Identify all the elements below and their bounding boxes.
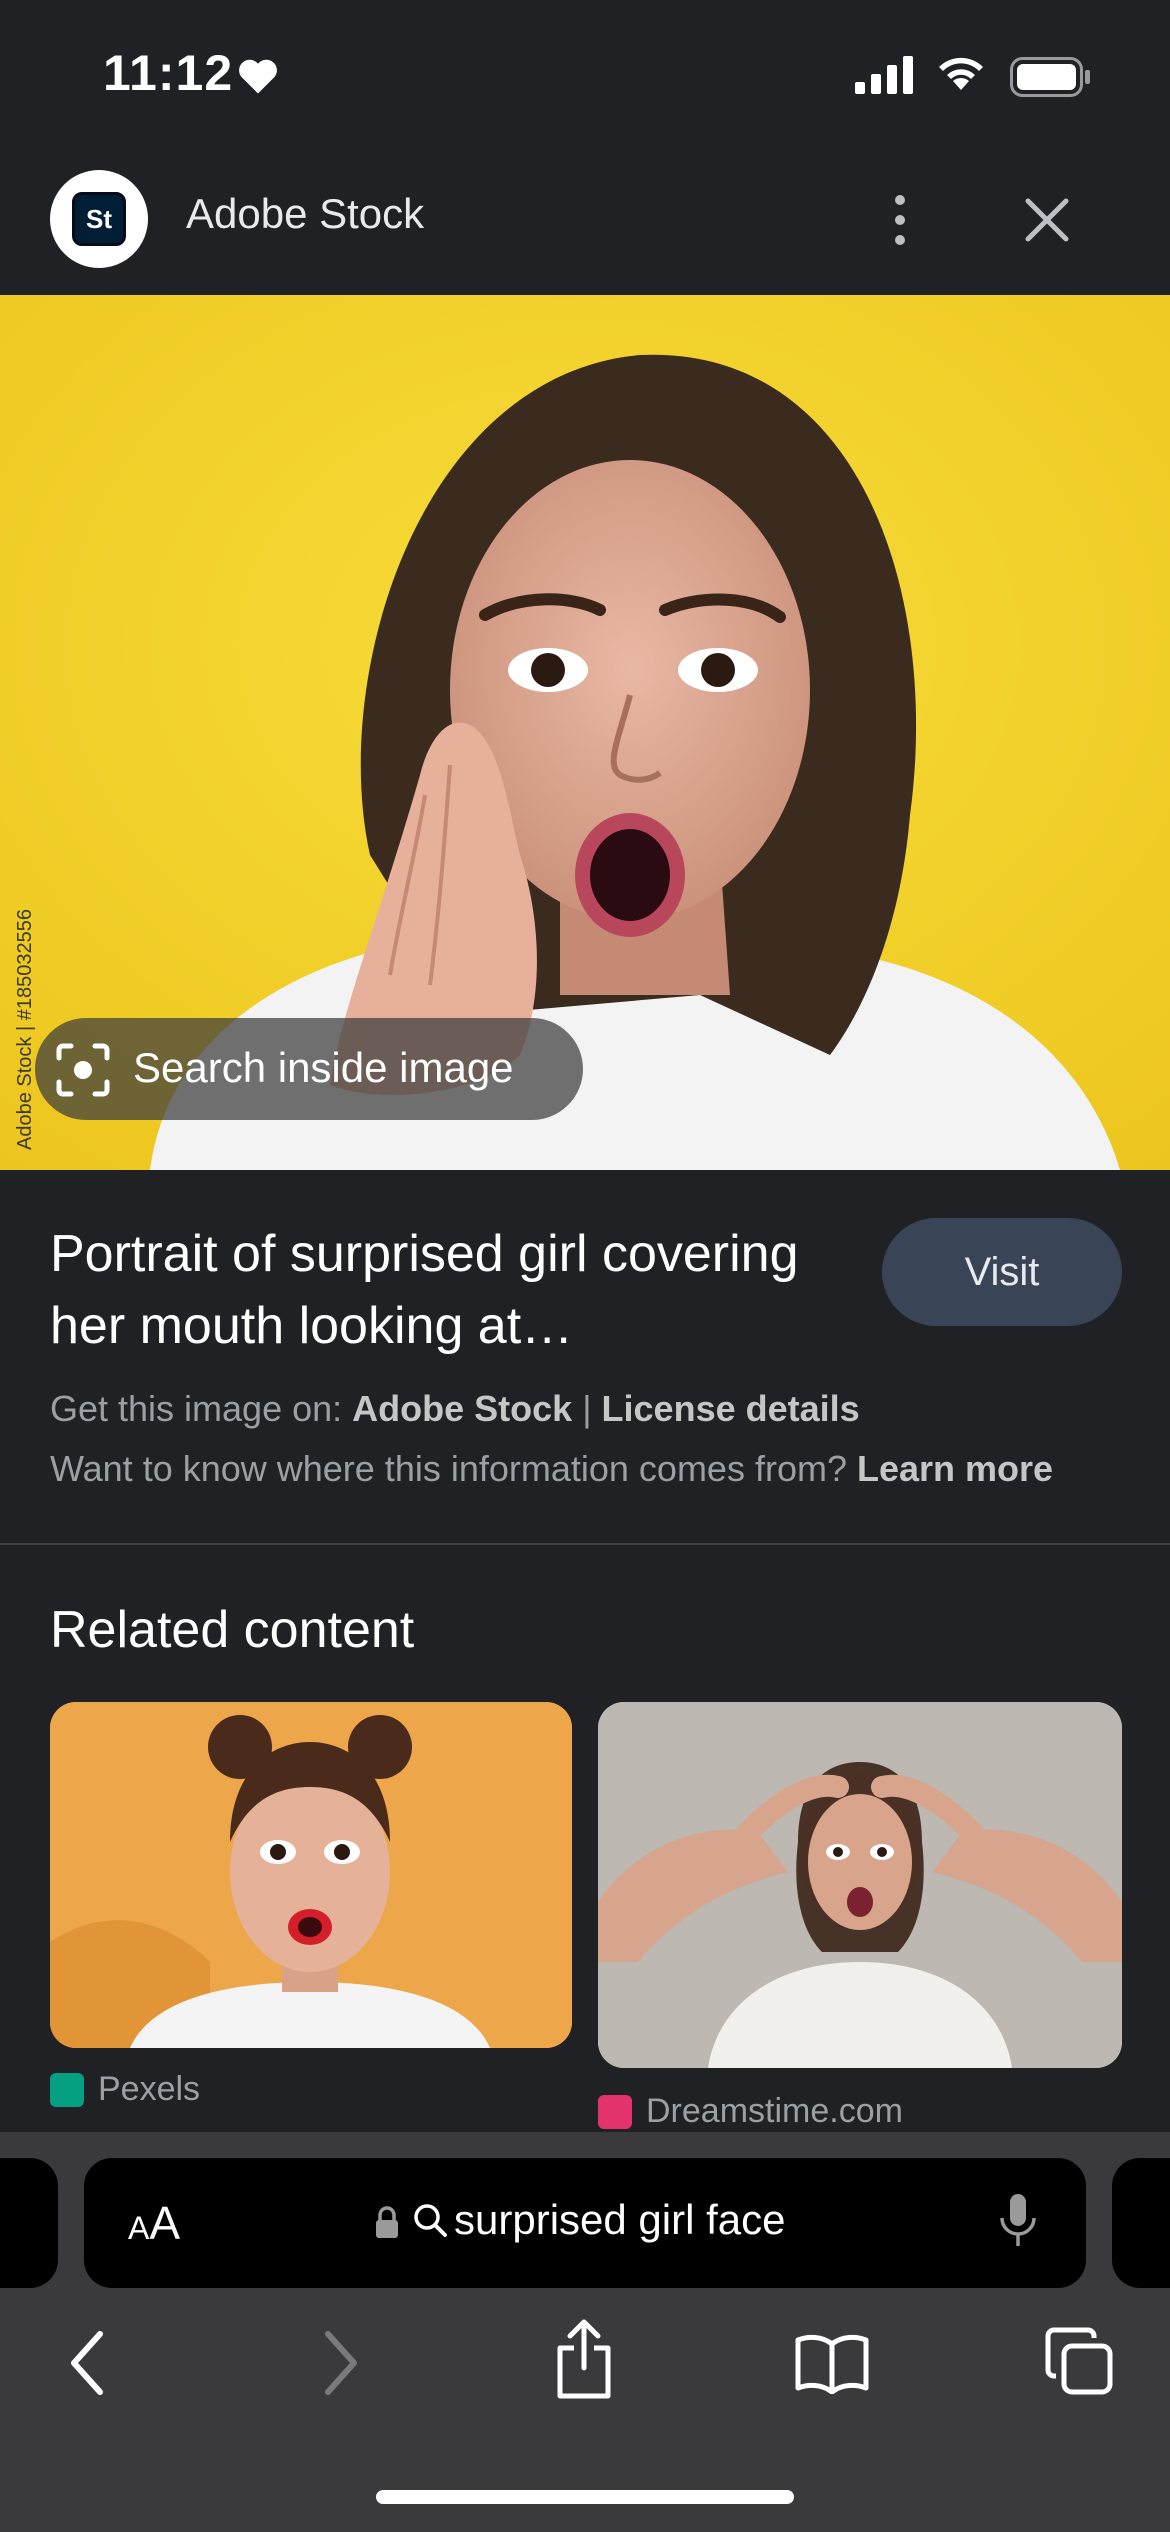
get-image-on-line: Get this image on: Adobe Stock | License… <box>50 1388 860 1430</box>
image-watermark: Adobe Stock | #185032556 <box>14 909 36 1150</box>
back-icon[interactable] <box>66 2328 110 2398</box>
tabs-icon[interactable] <box>1044 2326 1114 2396</box>
image-title[interactable]: Portrait of surprised girl covering her … <box>50 1218 870 1362</box>
related-content-heading: Related content <box>50 1601 415 1659</box>
site-name[interactable]: Adobe Stock <box>186 190 424 238</box>
status-time: 11:12 <box>103 45 234 101</box>
previous-tab-peek[interactable] <box>0 2158 58 2288</box>
text-size-big-a: A <box>149 2197 181 2249</box>
image-viewer-header <box>0 150 1170 295</box>
microphone-icon[interactable] <box>998 2192 1038 2250</box>
adobe-stock-logo: St <box>72 192 126 246</box>
related-thumbnail-1 <box>50 1702 572 2048</box>
related-source-2-label: Dreamstime.com <box>646 2092 903 2130</box>
related-image-1[interactable] <box>50 1702 572 2048</box>
signal-icon <box>855 56 913 94</box>
next-tab-peek[interactable] <box>1112 2158 1170 2288</box>
bookmarks-icon[interactable] <box>794 2332 870 2394</box>
home-indicator[interactable] <box>376 2490 794 2504</box>
close-icon[interactable] <box>1020 193 1074 247</box>
separator: | <box>572 1388 602 1429</box>
wifi-icon <box>939 57 983 90</box>
heart-icon <box>239 59 277 94</box>
visit-button[interactable]: Visit <box>882 1218 1122 1326</box>
site-logo[interactable]: St <box>50 170 148 268</box>
related-image-2[interactable] <box>598 1702 1122 2068</box>
info-source-question: Want to know where this information come… <box>50 1448 857 1489</box>
search-icon <box>414 2204 447 2237</box>
learn-more-link[interactable]: Learn more <box>857 1448 1053 1489</box>
info-source-line: Want to know where this information come… <box>50 1448 1053 1490</box>
share-icon[interactable] <box>552 2318 616 2400</box>
battery-icon <box>1010 57 1090 97</box>
related-source-1-label: Pexels <box>98 2070 201 2108</box>
section-divider <box>0 1543 1170 1545</box>
address-text[interactable]: surprised girl face <box>454 2196 785 2244</box>
dreamstime-favicon-icon <box>598 2094 632 2129</box>
lock-icon <box>376 2206 398 2238</box>
pexels-favicon-icon <box>50 2072 84 2107</box>
source-link[interactable]: Adobe Stock <box>352 1388 572 1429</box>
forward-icon[interactable] <box>318 2328 362 2398</box>
text-size-small-a: A <box>128 2210 150 2246</box>
license-details-link[interactable]: License details <box>602 1388 860 1429</box>
get-image-prefix: Get this image on: <box>50 1388 353 1429</box>
search-inside-image-label: Search inside image <box>133 1044 514 1091</box>
text-size-button[interactable]: AA <box>128 2196 180 2250</box>
more-vert-icon[interactable] <box>885 190 915 250</box>
related-source-2[interactable]: Dreamstime.com <box>598 2092 903 2131</box>
related-source-1[interactable]: Pexels <box>50 2070 200 2109</box>
lens-icon <box>56 1043 110 1097</box>
related-thumbnail-2 <box>598 1702 1122 2068</box>
search-inside-image-button[interactable]: Search inside image <box>35 1018 583 1120</box>
